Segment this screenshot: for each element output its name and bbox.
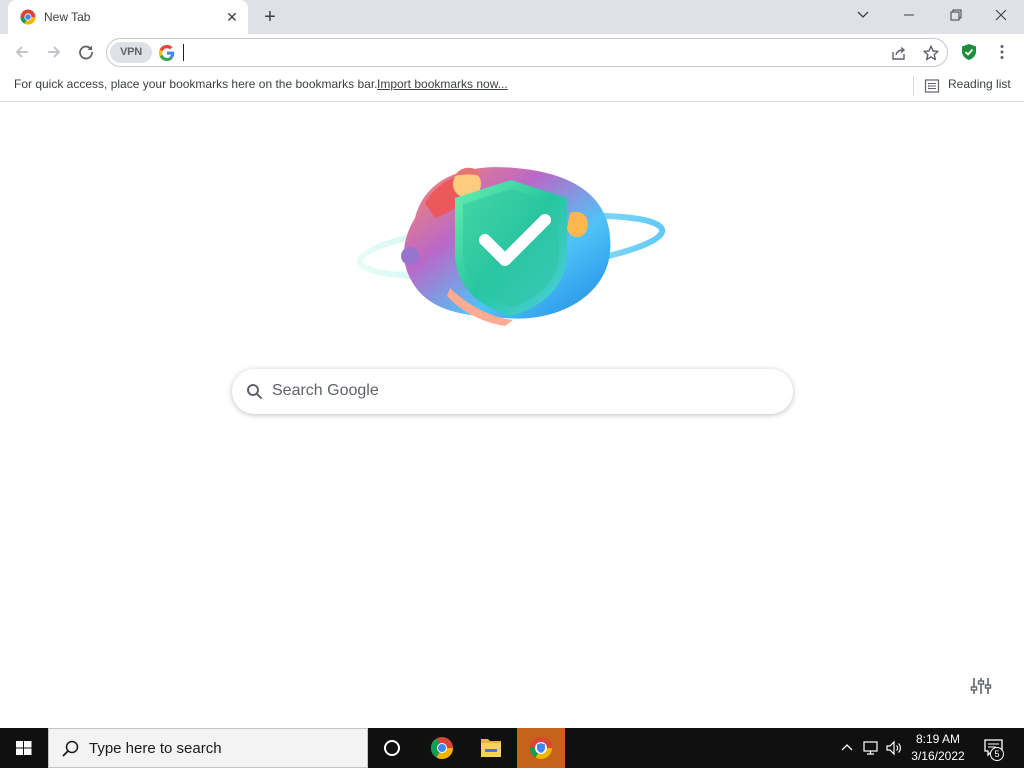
vpn-button[interactable]: VPN <box>110 42 152 63</box>
restore-icon[interactable] <box>940 4 970 26</box>
action-center-button[interactable]: 5 <box>978 728 1024 768</box>
vpn-label: VPN <box>120 46 142 58</box>
text-caret <box>183 44 184 61</box>
tab-new-tab[interactable]: New Tab ✕ <box>8 0 248 34</box>
google-g-icon <box>159 45 175 61</box>
chrome-icon[interactable] <box>418 728 466 768</box>
window-close-icon[interactable] <box>986 4 1016 26</box>
browser-logo-icon <box>530 737 552 759</box>
clock-time: 8:19 AM <box>915 732 961 746</box>
shield-check-icon[interactable] <box>960 43 978 61</box>
reading-list-icon <box>924 79 940 93</box>
customize-sliders-icon[interactable] <box>970 675 992 697</box>
chevron-up-icon[interactable] <box>837 738 857 758</box>
system-clock[interactable]: 8:19 AM 3/16/2022 <box>906 731 970 765</box>
omnibox[interactable]: VPN <box>106 38 948 67</box>
taskbar: Type here to search 8:19 AM 3/16/2022 5 <box>0 728 1024 768</box>
arrow-right-icon[interactable] <box>44 42 64 62</box>
reading-list-label: Reading list <box>948 77 1011 91</box>
search-icon <box>62 740 79 757</box>
shield-illustration <box>356 167 666 326</box>
star-icon[interactable] <box>922 44 940 62</box>
close-icon[interactable]: ✕ <box>224 9 240 25</box>
file-explorer-icon[interactable] <box>467 728 515 768</box>
divider <box>913 76 914 96</box>
import-bookmarks-link[interactable]: Import bookmarks now... <box>377 77 508 91</box>
new-tab-button[interactable]: + <box>258 6 282 28</box>
minimize-icon[interactable] <box>894 4 924 26</box>
arrow-left-icon[interactable] <box>12 42 32 62</box>
reload-icon[interactable] <box>76 42 96 62</box>
taskbar-search-placeholder: Type here to search <box>89 740 222 757</box>
bookmarks-bar: For quick access, place your bookmarks h… <box>0 70 1024 102</box>
notification-count-badge: 5 <box>990 747 1004 761</box>
windows-start-icon[interactable] <box>0 728 48 768</box>
active-browser-taskbar-button[interactable] <box>517 728 565 768</box>
tab-title: New Tab <box>44 10 91 24</box>
search-icon <box>247 384 263 400</box>
share-icon[interactable] <box>890 44 908 62</box>
kebab-menu-icon[interactable] <box>992 42 1012 62</box>
tab-search-icon[interactable] <box>848 4 878 26</box>
taskbar-search-box[interactable]: Type here to search <box>48 728 368 768</box>
search-placeholder: Search Google <box>272 382 379 399</box>
network-icon[interactable] <box>861 738 881 758</box>
clock-date: 3/16/2022 <box>911 749 965 763</box>
tab-strip: New Tab ✕ + <box>0 0 1024 34</box>
volume-icon[interactable] <box>884 738 904 758</box>
browser-logo-icon <box>20 9 36 25</box>
bookmarks-bar-prompt: For quick access, place your bookmarks h… <box>14 77 378 91</box>
google-search-box[interactable]: Search Google <box>232 369 793 414</box>
cortana-icon[interactable] <box>368 728 416 768</box>
